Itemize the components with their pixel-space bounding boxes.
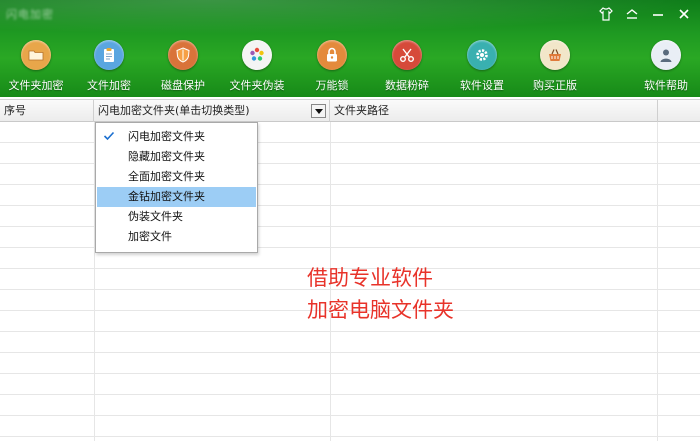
disk-protect-button[interactable]: 磁盘保护 bbox=[147, 40, 219, 97]
tool-label: 购买正版 bbox=[533, 79, 577, 92]
clipboard-icon bbox=[94, 40, 124, 70]
column-header-path[interactable]: 文件夹路径 bbox=[330, 100, 658, 122]
universal-lock-button[interactable]: 万能锁 bbox=[296, 40, 368, 97]
help-button[interactable]: 软件帮助 bbox=[630, 40, 700, 97]
menu-item-full-folder[interactable]: 全面加密文件夹 bbox=[97, 167, 256, 187]
menu-item-encrypt-file[interactable]: 加密文件 bbox=[97, 227, 256, 247]
menu-item-label: 全面加密文件夹 bbox=[128, 170, 205, 183]
table-row bbox=[0, 352, 700, 353]
grid-header: 序号 闪电加密文件夹(单击切换类型) 文件夹路径 bbox=[0, 99, 700, 122]
app-title: 闪电加密 bbox=[6, 8, 54, 21]
column-header-type[interactable]: 闪电加密文件夹(单击切换类型) bbox=[94, 100, 330, 122]
data-shred-button[interactable]: 数据粉碎 bbox=[371, 40, 443, 97]
menu-item-label: 闪电加密文件夹 bbox=[128, 130, 205, 143]
menu-item-diamond-folder[interactable]: 金钻加密文件夹 bbox=[97, 187, 256, 207]
folder-encrypt-button[interactable]: 文件夹加密 bbox=[0, 40, 72, 97]
settings-button[interactable]: 软件设置 bbox=[446, 40, 518, 97]
file-encrypt-button[interactable]: 文件加密 bbox=[73, 40, 145, 97]
tool-label: 数据粉碎 bbox=[385, 79, 429, 92]
folder-icon bbox=[21, 40, 51, 70]
tool-buttons: 文件夹加密 文件加密 磁盘保护 文件夹伪装 万能锁 数据粉碎 软件设置 购买正版… bbox=[0, 40, 700, 97]
caption-line: 加密电脑文件夹 bbox=[307, 298, 454, 322]
menu-item-label: 伪装文件夹 bbox=[128, 210, 183, 223]
minimize-icon[interactable] bbox=[648, 4, 668, 24]
type-dropdown-menu: 闪电加密文件夹 隐藏加密文件夹 全面加密文件夹 金钻加密文件夹 伪装文件夹 加密… bbox=[95, 122, 258, 253]
shirt-icon[interactable] bbox=[596, 4, 616, 24]
user-icon bbox=[651, 40, 681, 70]
table-row bbox=[0, 331, 700, 332]
menu-item-label: 加密文件 bbox=[128, 230, 172, 243]
table-row bbox=[0, 394, 700, 395]
close-icon[interactable] bbox=[674, 4, 694, 24]
menu-item-flash-folder[interactable]: 闪电加密文件夹 bbox=[97, 127, 256, 147]
menu-item-hidden-folder[interactable]: 隐藏加密文件夹 bbox=[97, 147, 256, 167]
table-row bbox=[0, 436, 700, 437]
checkmark-icon bbox=[103, 131, 115, 141]
menu-item-label: 隐藏加密文件夹 bbox=[128, 150, 205, 163]
overlay-caption: 借助专业软件 加密电脑文件夹 bbox=[307, 262, 454, 326]
column-header-index[interactable]: 序号 bbox=[0, 100, 94, 122]
shield-icon bbox=[168, 40, 198, 70]
menu-item-disguise-folder[interactable]: 伪装文件夹 bbox=[97, 207, 256, 227]
tool-label: 文件夹加密 bbox=[8, 79, 64, 92]
gear-icon bbox=[467, 40, 497, 70]
menu-item-label: 金钻加密文件夹 bbox=[128, 190, 205, 203]
tool-label: 软件帮助 bbox=[644, 79, 688, 92]
scissors-icon bbox=[392, 40, 422, 70]
buy-license-button[interactable]: 购买正版 bbox=[519, 40, 591, 97]
tool-label: 文件加密 bbox=[87, 79, 131, 92]
tool-label: 文件夹伪装 bbox=[229, 79, 285, 92]
folder-disguise-button[interactable]: 文件夹伪装 bbox=[221, 40, 293, 97]
table-row bbox=[0, 415, 700, 416]
caption-line: 借助专业软件 bbox=[307, 266, 433, 290]
padlock-icon bbox=[317, 40, 347, 70]
top-toolbar: 闪电加密 文件夹加密 文件加密 磁盘保护 文件夹伪装 万能锁 数据粉碎 软件设置… bbox=[0, 0, 700, 97]
tool-label: 磁盘保护 bbox=[161, 79, 205, 92]
table-row bbox=[0, 373, 700, 374]
tool-label: 软件设置 bbox=[460, 79, 504, 92]
menu-icon[interactable] bbox=[622, 4, 642, 24]
basket-icon bbox=[540, 40, 570, 70]
window-controls bbox=[596, 4, 694, 24]
type-dropdown-button[interactable] bbox=[311, 104, 326, 118]
color-wheel-icon bbox=[242, 40, 272, 70]
tool-label: 万能锁 bbox=[315, 79, 349, 92]
